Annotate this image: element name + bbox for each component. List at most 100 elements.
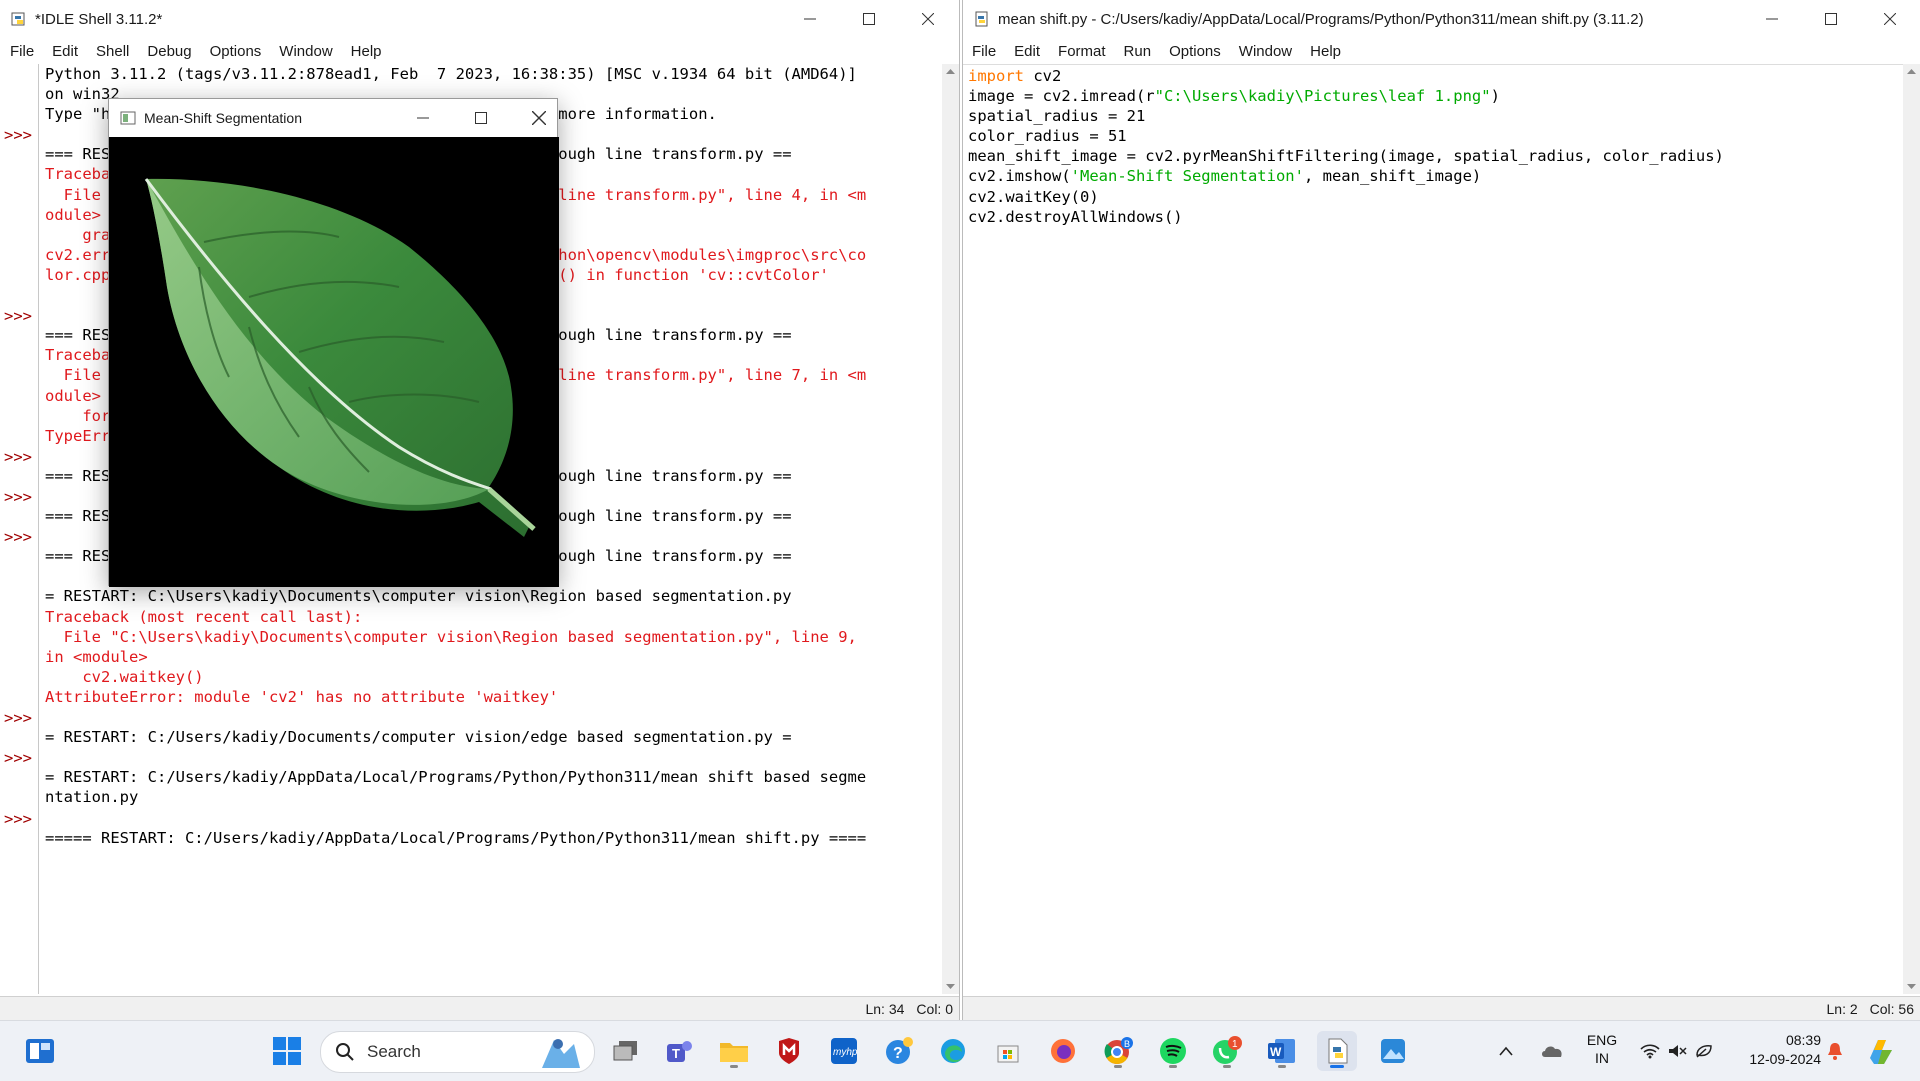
- output-line: = RESTART: C:/Users/kadiy/Documents/comp…: [45, 728, 792, 747]
- search-highlight-icon: [542, 1039, 580, 1068]
- error-line: Traceback (most recent call last):: [45, 607, 363, 626]
- shell-menu-file[interactable]: File: [1, 43, 43, 60]
- word-icon: W: [1268, 1039, 1295, 1063]
- search-icon: [336, 1043, 354, 1061]
- taskbar-teams[interactable]: T: [659, 1031, 699, 1071]
- editor-menu-file[interactable]: File: [963, 43, 1005, 60]
- output-line: = RESTART: C:\Users\kadiy\Documents\comp…: [45, 587, 792, 606]
- widgets-button[interactable]: [20, 1031, 60, 1071]
- cloud-icon: [1542, 1046, 1562, 1057]
- task-view-icon: [613, 1041, 637, 1061]
- scroll-up-icon[interactable]: [942, 66, 959, 78]
- editor-menu-window[interactable]: Window: [1230, 43, 1301, 60]
- maximize-button[interactable]: [840, 0, 898, 38]
- taskbar-whatsapp[interactable]: 1: [1207, 1031, 1247, 1071]
- taskbar-mcafee[interactable]: [769, 1031, 809, 1071]
- taskbar-photos[interactable]: [1373, 1031, 1413, 1071]
- column-number: Col: 56: [1869, 1000, 1914, 1017]
- taskbar-edge[interactable]: [933, 1031, 973, 1071]
- taskbar-spotify[interactable]: [1153, 1031, 1193, 1071]
- editor-menu-help[interactable]: Help: [1301, 43, 1350, 60]
- shell-prompt: >>>: [4, 447, 32, 466]
- python-idle-taskbar-icon: [1328, 1038, 1348, 1064]
- shell-menu-help[interactable]: Help: [342, 43, 391, 60]
- shell-prompt: >>>: [4, 307, 32, 326]
- notifications-button[interactable]: [1818, 1031, 1852, 1071]
- show-hidden-icons-button[interactable]: [1492, 1031, 1520, 1071]
- editor-menu-edit[interactable]: Edit: [1005, 43, 1049, 60]
- help-icon: ?: [886, 1037, 913, 1064]
- code-line: cv2.waitKey(0): [968, 187, 1903, 207]
- taskbar-search-box[interactable]: Search: [320, 1031, 595, 1073]
- python-idle-icon: [11, 12, 25, 26]
- shell-scrollbar[interactable]: [942, 64, 959, 994]
- close-button[interactable]: [1861, 0, 1919, 38]
- code-token: cv2: [1024, 67, 1062, 85]
- minimize-button[interactable]: [781, 0, 839, 38]
- clock[interactable]: 08:39 12-09-2024: [1725, 1031, 1821, 1071]
- maximize-button[interactable]: [1802, 0, 1860, 38]
- shell-prompt: >>>: [4, 126, 32, 145]
- editor-menu-run[interactable]: Run: [1115, 43, 1161, 60]
- whatsapp-icon: 1: [1213, 1036, 1242, 1064]
- shell-menu-options[interactable]: Options: [201, 43, 271, 60]
- shell-menu-shell[interactable]: Shell: [87, 43, 138, 60]
- code-line: mean_shift_image = cv2.pyrMeanShiftFilte…: [968, 146, 1903, 166]
- popup-titlebar[interactable]: Mean-Shift Segmentation: [109, 99, 557, 137]
- clock-date: 12-09-2024: [1749, 1051, 1821, 1067]
- taskbar-store[interactable]: [988, 1031, 1028, 1071]
- taskbar-python-idle[interactable]: [1317, 1031, 1357, 1071]
- taskbar-task-view[interactable]: [606, 1031, 646, 1071]
- svg-text:myhp: myhp: [833, 1047, 858, 1058]
- taskbar-get-help[interactable]: ?: [879, 1031, 919, 1071]
- onedrive-button[interactable]: [1536, 1031, 1568, 1071]
- minimize-button[interactable]: [1743, 0, 1801, 38]
- maximize-button[interactable]: [452, 99, 510, 137]
- close-button[interactable]: [510, 99, 568, 137]
- scroll-down-icon[interactable]: [1903, 980, 1920, 992]
- scroll-up-icon[interactable]: [1903, 66, 1920, 78]
- editor-menu-format[interactable]: Format: [1049, 43, 1115, 60]
- code-token: cv2.imshow(: [968, 167, 1071, 186]
- mcafee-icon: [779, 1038, 799, 1064]
- taskbar-myhp[interactable]: myhp: [824, 1031, 864, 1071]
- minimize-button[interactable]: [394, 99, 452, 137]
- editor-menu-options[interactable]: Options: [1160, 43, 1230, 60]
- language-indicator[interactable]: ENG IN: [1580, 1031, 1624, 1071]
- close-button[interactable]: [899, 0, 957, 38]
- start-button[interactable]: [267, 1031, 307, 1071]
- bell-icon: [1828, 1043, 1842, 1060]
- popup-title: Mean-Shift Segmentation: [144, 110, 302, 126]
- taskbar-firefox[interactable]: [1043, 1031, 1083, 1071]
- taskbar: Search T myhp ? B 1 W ENG IN 08:39 12-09…: [0, 1020, 1920, 1081]
- copilot-button[interactable]: [1862, 1031, 1900, 1071]
- error-line: AttributeError: module 'cv2' has no attr…: [45, 687, 559, 706]
- taskbar-word[interactable]: W: [1262, 1031, 1302, 1071]
- python-file-icon: [975, 11, 988, 27]
- editor-scrollbar[interactable]: [1903, 64, 1920, 994]
- editor-titlebar[interactable]: mean shift.py - C:/Users/kadiy/AppData/L…: [963, 0, 1920, 38]
- shell-menu-debug[interactable]: Debug: [138, 43, 200, 60]
- shell-titlebar[interactable]: *IDLE Shell 3.11.2*: [0, 0, 959, 38]
- shell-menu-window[interactable]: Window: [270, 43, 341, 60]
- error-line: File "C:\Users\kadiy\Documents\computer …: [45, 627, 857, 646]
- editor-window-title: mean shift.py - C:/Users/kadiy/AppData/L…: [998, 10, 1644, 28]
- segmented-leaf-image: [109, 137, 559, 587]
- shell-prompt: >>>: [4, 749, 32, 768]
- code-token: mean_shift_image = cv2.pyrMeanShiftFilte…: [968, 147, 1724, 166]
- keyword-token: import: [968, 67, 1024, 85]
- wifi-icon: [1640, 1044, 1660, 1059]
- quick-settings-button[interactable]: [1636, 1035, 1718, 1067]
- chrome-badge: B: [1124, 1039, 1130, 1049]
- error-line: cv2.waitkey(): [45, 667, 204, 686]
- code-editor[interactable]: import cv2 image = cv2.imread(r"C:\Users\…: [963, 64, 1903, 994]
- code-line: cv2.destroyAllWindows(): [968, 207, 1903, 227]
- chrome-icon: B: [1104, 1037, 1133, 1065]
- taskbar-chrome[interactable]: B: [1098, 1031, 1138, 1071]
- leaf-image: [144, 178, 536, 537]
- taskbar-file-explorer[interactable]: [714, 1031, 754, 1071]
- shell-menu-edit[interactable]: Edit: [43, 43, 87, 60]
- scroll-down-icon[interactable]: [942, 980, 959, 992]
- code-token: cv2.waitKey(0): [968, 187, 1099, 206]
